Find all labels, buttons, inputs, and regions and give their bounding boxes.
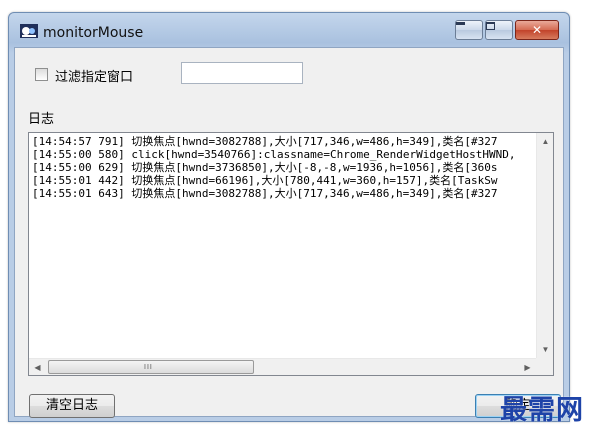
minimize-button[interactable] <box>455 20 483 40</box>
scroll-up-arrow-icon[interactable]: ▲ <box>537 133 554 150</box>
scrollbar-corner <box>536 358 553 375</box>
filter-window-input[interactable] <box>181 62 303 84</box>
clear-log-button[interactable]: 清空日志 <box>29 394 115 418</box>
watermark-logo: 最需网 <box>500 395 584 426</box>
log-line: [14:55:00 580] click[hwnd=3540766]:class… <box>32 148 516 161</box>
filter-window-checkbox[interactable] <box>35 68 48 81</box>
log-lines: [14:54:57 791] 切换焦点[hwnd=3082788],大小[717… <box>32 135 534 353</box>
scroll-right-arrow-icon[interactable]: ▶ <box>519 359 536 376</box>
filter-window-label[interactable]: 过滤指定窗口 <box>55 66 133 85</box>
close-button[interactable]: ✕ <box>515 20 559 40</box>
log-line: [14:55:01 643] 切换焦点[hwnd=3082788],大小[717… <box>32 187 498 200</box>
horizontal-scroll-thumb[interactable]: III <box>48 360 254 374</box>
horizontal-scrollbar[interactable]: ◀ III ▶ <box>29 358 536 375</box>
maximize-icon <box>486 22 495 30</box>
client-area: 过滤指定窗口 日志 [14:54:57 791] 切换焦点[hwnd=30827… <box>14 47 564 418</box>
scroll-grip: III <box>144 364 153 371</box>
log-line: [14:55:00 629] 切换焦点[hwnd=3736850],大小[-8,… <box>32 161 498 174</box>
main-window: monitorMouse ✕ 过滤指定窗口 日志 [14:54:57 791] … <box>0 0 613 432</box>
log-line: [14:55:01 442] 切换焦点[hwnd=66196],大小[780,4… <box>32 174 498 187</box>
minimize-icon <box>456 22 465 25</box>
scroll-down-arrow-icon[interactable]: ▼ <box>537 341 554 358</box>
log-textarea[interactable]: [14:54:57 791] 切换焦点[hwnd=3082788],大小[717… <box>28 132 554 376</box>
log-line: [14:54:57 791] 切换焦点[hwnd=3082788],大小[717… <box>32 135 498 148</box>
window-frame: monitorMouse ✕ 过滤指定窗口 日志 [14:54:57 791] … <box>8 12 570 422</box>
title-bar[interactable]: monitorMouse ✕ <box>9 13 569 49</box>
app-logo-icon <box>20 24 38 38</box>
maximize-button[interactable] <box>485 20 513 40</box>
vertical-scrollbar[interactable]: ▲ ▼ <box>536 133 553 358</box>
scroll-left-arrow-icon[interactable]: ◀ <box>29 359 46 376</box>
log-label: 日志 <box>28 112 55 127</box>
window-title: monitorMouse <box>43 25 144 41</box>
close-icon: ✕ <box>531 23 543 37</box>
